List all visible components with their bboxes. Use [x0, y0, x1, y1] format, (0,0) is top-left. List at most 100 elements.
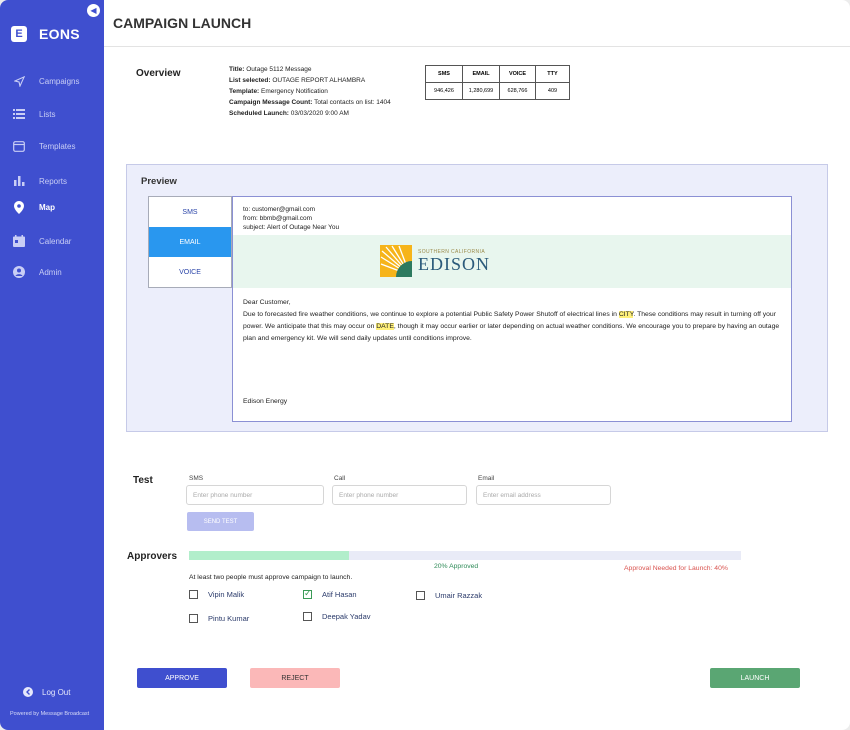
sidebar-item-label: Map — [39, 202, 55, 212]
channel-stats-table: SMS EMAIL VOICE TTY 946,426 1,280,699 62… — [425, 65, 570, 100]
overview-list-label: List selected: — [229, 77, 271, 84]
test-label: Test — [133, 475, 153, 486]
email-address-input[interactable]: Enter email address — [476, 485, 611, 505]
page-header: CAMPAIGN LAUNCH — [104, 0, 850, 47]
template-icon — [13, 140, 25, 152]
app-window: ◀ E EONS Campaigns Lists Templates Repor… — [0, 0, 850, 730]
approver-name: Vipin Malik — [208, 590, 245, 599]
brand-name: EONS — [39, 26, 80, 42]
overview-list-row: List selected: OUTAGE REPORT ALHAMBRA — [229, 77, 365, 84]
sidebar-item-templates[interactable]: Templates — [13, 140, 75, 152]
overview-count-label: Campaign Message Count: — [229, 99, 313, 106]
overview-list-value: OUTAGE REPORT ALHAMBRA — [272, 77, 366, 84]
approver-name: Umair Razzak — [435, 591, 483, 600]
call-field-label: Call — [334, 475, 346, 482]
launch-button[interactable]: LAUNCH — [710, 668, 800, 688]
stats-value-sms: 946,426 — [425, 82, 463, 100]
email-to: to: customer@gmail.com — [243, 206, 315, 213]
body-text-1: Due to forecasted fire weather condition… — [243, 311, 619, 318]
brand-logo-icon: E — [11, 26, 27, 42]
approver-checkbox[interactable] — [303, 612, 312, 621]
sidebar-item-label: Lists — [39, 109, 56, 119]
email-subject: subject: Alert of Outage Near You — [243, 224, 340, 231]
approver-checkbox[interactable] — [189, 590, 198, 599]
email-body: Dear Customer, Due to forecasted fire we… — [243, 297, 783, 345]
preview-panel: Preview SMS EMAIL VOICE to: customer@gma… — [126, 164, 828, 432]
sidebar-item-label: Admin — [39, 267, 62, 277]
sidebar-item-admin[interactable]: Admin — [13, 266, 62, 278]
send-icon — [13, 75, 25, 87]
approval-note: At least two people must approve campaig… — [189, 574, 353, 581]
date-variable: DATE — [376, 323, 394, 330]
overview-count-value: Total contacts on list: 1404 — [314, 99, 391, 106]
logout-label: Log Out — [42, 687, 71, 697]
stats-value-voice: 628,766 — [499, 82, 536, 100]
reject-button[interactable]: REJECT — [250, 668, 340, 688]
overview-template-value: Emergency Notification — [261, 88, 328, 95]
approval-progress-fill — [189, 551, 350, 560]
overview-label: Overview — [136, 68, 181, 79]
approver-checkbox[interactable] — [189, 614, 198, 623]
powered-by-text: Powered by Message Broadcast — [10, 711, 90, 717]
email-greeting: Dear Customer, — [243, 299, 291, 306]
sidebar: ◀ E EONS Campaigns Lists Templates Repor… — [0, 0, 104, 730]
stats-header-email: EMAIL — [462, 65, 500, 83]
preview-label: Preview — [141, 176, 177, 187]
overview-count-row: Campaign Message Count: Total contacts o… — [229, 99, 391, 106]
approver-umair-razzak[interactable]: Umair Razzak — [416, 591, 482, 600]
approve-button[interactable]: APPROVE — [137, 668, 227, 688]
page-title: CAMPAIGN LAUNCH — [113, 15, 252, 31]
user-icon — [13, 266, 25, 278]
overview-template-row: Template: Emergency Notification — [229, 88, 328, 95]
preview-tabs: SMS EMAIL VOICE — [148, 196, 232, 288]
sidebar-item-reports[interactable]: Reports — [13, 175, 67, 187]
approver-name: Pintu Kumar — [208, 614, 250, 623]
sunburst-icon — [380, 245, 412, 277]
approval-needed-text: Approval Needed for Launch: 40% — [624, 565, 728, 572]
overview-title-value: Outage 5112 Message — [246, 66, 312, 73]
tab-voice[interactable]: VOICE — [149, 257, 231, 287]
tab-email[interactable]: EMAIL — [149, 227, 231, 257]
send-test-button[interactable]: SEND TEST — [187, 512, 254, 531]
stats-value-email: 1,280,699 — [462, 82, 500, 100]
edison-logo: SOUTHERN CALIFORNIA EDISON — [380, 245, 490, 277]
approver-checkbox-checked[interactable] — [303, 588, 312, 599]
sidebar-item-lists[interactable]: Lists — [13, 108, 55, 120]
sidebar-item-campaigns[interactable]: Campaigns — [13, 75, 79, 87]
sidebar-item-label: Campaigns — [39, 76, 80, 86]
approver-checkbox[interactable] — [416, 591, 425, 600]
sidebar-item-calendar[interactable]: Calendar — [13, 235, 71, 247]
collapse-sidebar-button[interactable]: ◀ — [87, 4, 100, 17]
approver-atif-hasan[interactable]: Atif Hasan — [303, 588, 357, 599]
sidebar-item-label: Templates — [39, 141, 76, 151]
overview-scheduled-row: Scheduled Launch: 03/03/2020 9:00 AM — [229, 110, 349, 117]
approver-pintu-kumar[interactable]: Pintu Kumar — [189, 614, 249, 623]
sms-field-label: SMS — [189, 475, 204, 482]
map-pin-icon — [13, 200, 25, 214]
overview-title-row: Title: Outage 5112 Message — [229, 66, 312, 73]
email-paragraph: Due to forecasted fire weather condition… — [243, 309, 783, 345]
stats-header-voice: VOICE — [499, 65, 536, 83]
overview-scheduled-value: 03/03/2020 9:00 AM — [290, 110, 349, 117]
overview-scheduled-label: Scheduled Launch: — [229, 110, 289, 117]
approval-progress-bar — [189, 551, 741, 560]
edison-logo-title: EDISON — [418, 254, 490, 274]
logout-button[interactable]: Log Out — [22, 686, 70, 698]
call-phone-input[interactable]: Enter phone number — [332, 485, 467, 505]
approvers-label: Approvers — [127, 551, 178, 562]
city-variable: CITY — [618, 311, 634, 318]
stats-value-tty: 409 — [535, 82, 570, 100]
overview-title-label: Title: — [229, 66, 245, 73]
stats-header-tty: TTY — [535, 65, 570, 83]
email-preview: to: customer@gmail.com from: bbmb@gmail.… — [232, 196, 792, 422]
bar-chart-icon — [13, 175, 25, 187]
stats-header-sms: SMS — [425, 65, 463, 83]
list-icon — [13, 108, 25, 120]
sidebar-item-map[interactable]: Map — [13, 200, 55, 214]
approver-deepak-yadav[interactable]: Deepak Yadav — [303, 612, 371, 621]
tab-sms[interactable]: SMS — [149, 197, 231, 227]
approver-name: Deepak Yadav — [322, 612, 371, 621]
sms-phone-input[interactable]: Enter phone number — [186, 485, 324, 505]
overview-template-label: Template: — [229, 88, 260, 95]
approver-vipin-malik[interactable]: Vipin Malik — [189, 590, 244, 599]
